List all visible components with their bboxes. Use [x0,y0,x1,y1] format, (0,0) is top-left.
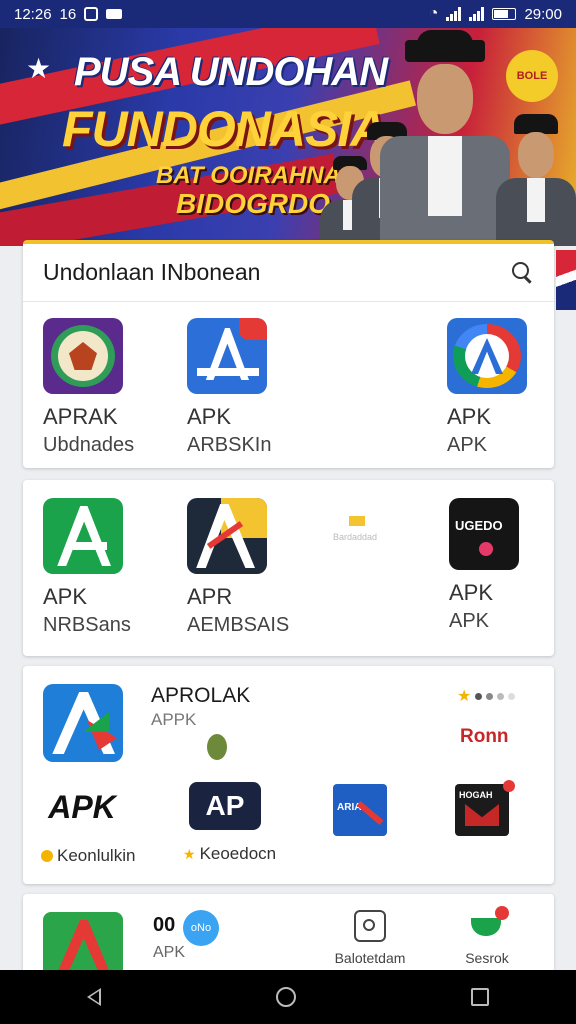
search-item[interactable]: Sesrok [447,906,527,966]
app-subtitle: APK [449,610,490,632]
person-illustration [380,30,510,246]
app-tile[interactable]: APR AEMBSAIS [187,498,317,637]
app-tile[interactable]: AP ★ Keoedocn [183,782,313,864]
app-name: Keoedocn [199,844,277,863]
ap-logo-icon: AP [189,782,261,830]
app-tile[interactable]: ARIA [333,784,393,836]
mascot-icon [207,734,227,760]
app-name: APK [447,404,492,429]
app-tile[interactable]: Bardaddad [333,516,413,542]
featured-app-icon[interactable] [43,684,123,762]
gallery-label: Balotetdam [334,950,406,966]
search-title: Undonlaan INbonean [43,259,261,285]
coin-icon [41,850,53,862]
wifi-icon: ◔ [428,5,439,22]
apk-green-icon [43,498,123,574]
search-label: Sesrok [465,950,509,966]
banner-title-line1: PUSA UNDOHAN [74,50,388,94]
app-name: Bardaddad [333,532,378,542]
flag-decoration [556,250,576,310]
search-icon[interactable] [512,261,534,284]
home-icon[interactable] [275,987,296,1007]
signal-icon-2 [469,7,485,21]
promo-banner[interactable]: ★ PUSA UNDOHAN FUNDONASIA BAT OOIRAHNAN … [0,28,576,246]
app-name: APK [449,580,494,605]
apk-editor-icon [187,318,267,394]
rating-label: Ronn [460,726,509,747]
notification-icon [84,7,99,21]
star-icon: ★ [26,53,52,84]
featured-app-title[interactable]: APROLAK [151,684,250,708]
app-subtitle: NRBSans [43,614,131,636]
app-subtitle: AEMBSAIS [187,614,290,636]
bell-icon: ★ [183,845,196,862]
app-tile[interactable]: UGEDO APK APK [449,498,554,633]
app-subtitle: Ubdnades [43,434,135,456]
person-illustration [496,108,576,246]
app-name: APR [187,584,233,609]
media-icon-text: UGEDO [455,518,503,533]
app-tile[interactable]: APK APK [447,318,554,457]
apk-installer-icon [447,318,527,394]
app-tile[interactable]: HOGAH [455,780,525,836]
star-icon: ★ [457,688,472,705]
apk-logo-icon: APK [48,788,116,825]
app-tile[interactable]: APK Keonlulkin [41,782,171,866]
app-subtitle: APK [447,434,488,456]
system-nav-bar [0,970,576,1024]
app-subtitle: ARBSKIn [187,434,272,456]
app-notification-icon [106,9,123,19]
app-name: APK [187,404,232,429]
app-name: APRAK [43,404,118,429]
aria-app-icon: ARIA [333,784,387,836]
app-name: APK [43,584,88,609]
app-tile[interactable]: APRAK Ubdnades [43,318,173,457]
app-subtitle: APK [153,944,186,961]
app-name: Keonlulkin [57,846,136,865]
media-app-icon: UGEDO [449,498,519,570]
app-list-card: APK NRBSans APR AEMBSAIS Bardaddad UGEDO… [23,480,554,656]
banner-badge: BOLE [506,50,558,102]
battery-icon [492,8,517,20]
featured-app-subtitle: APPK [151,710,197,729]
status-time: 12:26 [14,5,52,23]
search-app-icon [467,906,509,940]
featured-apps-card: Undonlaan INbonean APRAK Ubdnades APK AR… [23,240,554,468]
apk-pencil-icon [187,498,267,574]
emblem-icon [43,318,123,394]
status-extra: 16 [59,5,77,23]
rating-stars: ★ [457,686,516,706]
app-tile[interactable]: APK NRBSans [43,498,173,637]
app-chip[interactable]: oNo [183,910,219,946]
search-bar[interactable]: Undonlaan INbonean [23,244,554,302]
small-badge-icon [349,516,365,526]
back-icon[interactable] [87,988,102,1006]
status-clock: 29:00 [524,5,562,23]
signal-icon [446,7,462,21]
banner-subtitle-line2: BIDOGRDO [176,188,330,219]
app-tile[interactable]: APK ARBSKIn [187,318,317,457]
status-bar: 12:26 16 ◔ 29:00 [0,0,576,28]
recent-apps-icon[interactable] [470,988,489,1006]
camera-icon [354,910,386,942]
app-title[interactable]: 00 [153,914,175,937]
recommended-card: APROLAK APPK ★ Ronn APK Keonlulkin AP ★ … [23,666,554,884]
hogah-app-icon: HOGAH [455,780,515,836]
gallery-item[interactable]: Balotetdam [315,910,425,966]
